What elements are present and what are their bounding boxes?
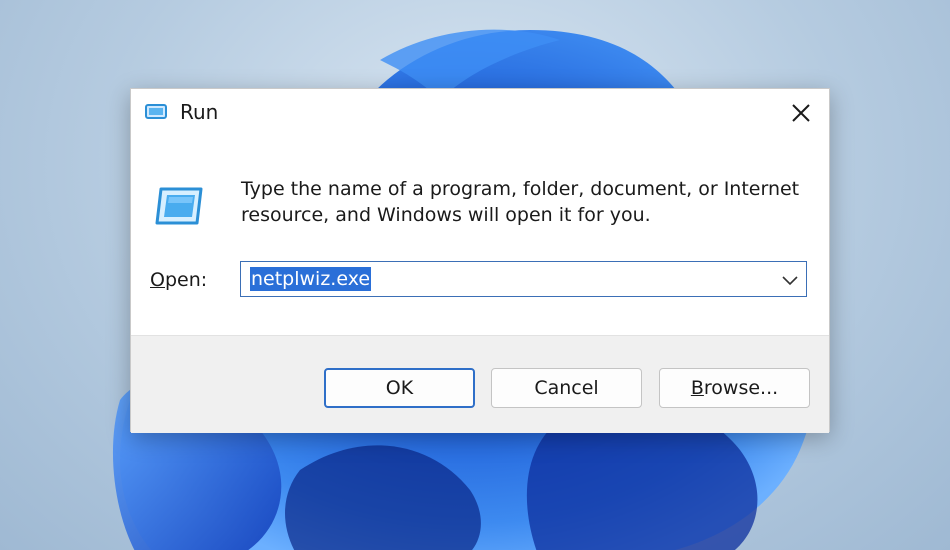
close-icon — [792, 104, 810, 122]
ok-button[interactable]: OK — [324, 368, 475, 408]
open-combobox[interactable]: netplwiz.exe — [240, 261, 807, 297]
window-title: Run — [180, 100, 219, 124]
browse-accelerator: B — [690, 377, 704, 399]
run-program-icon — [153, 185, 205, 227]
browse-label-rest: rowse... — [703, 377, 779, 399]
run-icon — [145, 103, 167, 121]
open-label: Open: — [150, 269, 207, 291]
dialog-content: Type the name of a program, folder, docu… — [131, 137, 829, 335]
run-dialog: Run Type the name of a program, folder, … — [130, 88, 830, 433]
cancel-button[interactable]: Cancel — [491, 368, 642, 408]
close-button[interactable] — [773, 89, 829, 137]
button-bar: OK Cancel Browse... — [131, 335, 829, 433]
chevron-down-icon[interactable] — [781, 272, 799, 288]
open-label-accelerator: O — [150, 269, 165, 291]
open-label-rest: pen: — [164, 269, 208, 291]
browse-button[interactable]: Browse... — [659, 368, 810, 408]
open-input[interactable]: netplwiz.exe — [250, 267, 372, 291]
instruction-text: Type the name of a program, folder, docu… — [241, 178, 800, 226]
title-bar[interactable]: Run — [131, 89, 829, 137]
